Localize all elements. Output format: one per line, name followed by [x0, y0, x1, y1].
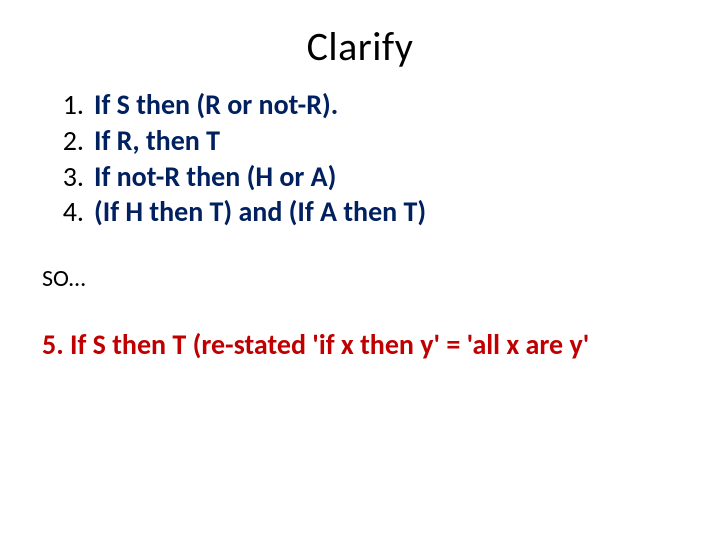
list-item: 2. If R, then T [94, 123, 680, 159]
list-number: 2. [40, 123, 84, 159]
slide-body: 1. If S then (R or not-R). 2. If R, then… [0, 79, 720, 362]
list-text: If S then (R or not-R). [94, 87, 338, 122]
list-item: 1. If S then (R or not-R). [94, 87, 680, 123]
slide-title: Clarify [0, 0, 720, 79]
list-number: 3. [40, 159, 84, 195]
so-label: SO… [40, 264, 680, 293]
list-number: 4. [40, 194, 84, 230]
list-text: (If H then T) and (If A then T) [94, 194, 426, 229]
list-text: If R, then T [94, 123, 220, 158]
list-text: If not-R then (H or A) [94, 159, 336, 194]
premises-list: 1. If S then (R or not-R). 2. If R, then… [40, 87, 680, 230]
slide: Clarify 1. If S then (R or not-R). 2. If… [0, 0, 720, 540]
list-number: 1. [40, 87, 84, 123]
conclusion: 5. If S then T (re-stated 'if x then y' … [40, 327, 680, 362]
list-item: 3. If not-R then (H or A) [94, 159, 680, 195]
list-item: 4. (If H then T) and (If A then T) [94, 194, 680, 230]
